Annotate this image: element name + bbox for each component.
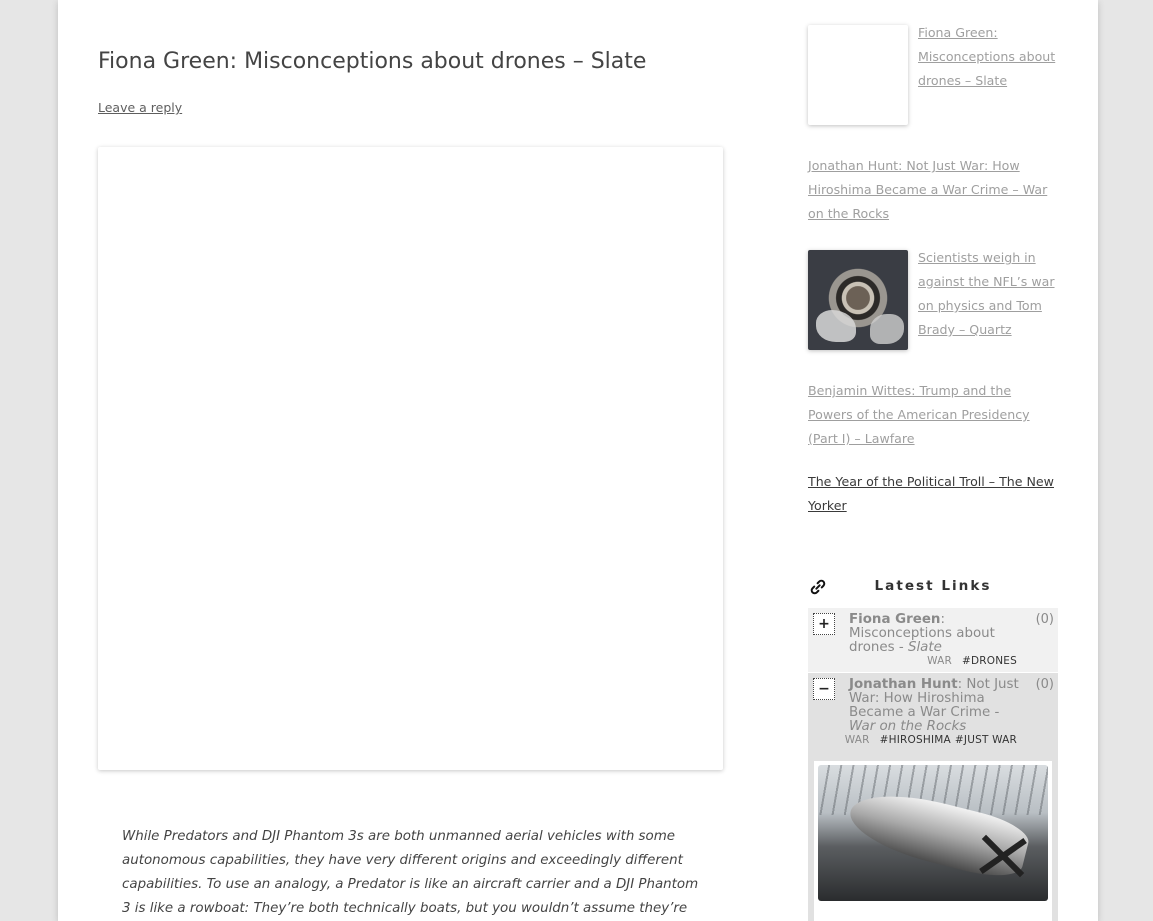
- latest-link-text[interactable]: Jonathan Hunt: Not Just War: How Hiroshi…: [849, 678, 1019, 734]
- related-link-3[interactable]: Scientists weigh in against the NFL’s wa…: [918, 246, 1058, 342]
- bomber-aircraft-photo[interactable]: [818, 765, 1048, 901]
- tag-link[interactable]: #JUST WAR: [955, 734, 1017, 746]
- related-link-2[interactable]: Jonathan Hunt: Not Just War: How Hiroshi…: [808, 154, 1060, 226]
- tag-link[interactable]: #DRONES: [962, 655, 1017, 667]
- comment-count: (0): [1035, 612, 1054, 627]
- latest-links-header: Latest Links: [808, 574, 1058, 600]
- latest-link-tags: WAR #DRONES: [927, 655, 1017, 667]
- post-title: Fiona Green: Misconceptions about drones…: [98, 49, 647, 74]
- category-label[interactable]: WAR: [845, 734, 870, 746]
- latest-link-item: − Jonathan Hunt: Not Just War: How Hiros…: [808, 673, 1058, 761]
- related-link-4[interactable]: Benjamin Wittes: Trump and the Powers of…: [808, 379, 1058, 451]
- related-link-1[interactable]: Fiona Green: Misconceptions about drones…: [918, 21, 1058, 93]
- latest-link-item: + Fiona Green: Misconceptions about dron…: [808, 608, 1058, 672]
- page-container: Fiona Green: Misconceptions about drones…: [58, 0, 1098, 921]
- latest-link-author: Jonathan Hunt: [849, 677, 958, 692]
- preview-card: [814, 761, 1052, 921]
- category-label[interactable]: WAR: [927, 655, 952, 667]
- latest-links-title: Latest Links: [874, 578, 992, 594]
- latest-link-text[interactable]: Fiona Green: Misconceptions about drones…: [849, 613, 1019, 655]
- post-quote: While Predators and DJI Phantom 3s are b…: [122, 829, 699, 916]
- latest-link-author: Fiona Green: [849, 612, 941, 627]
- comment-count: (0): [1035, 677, 1054, 692]
- embedded-content-frame[interactable]: [98, 147, 723, 770]
- latest-link-source: War on the Rocks: [849, 719, 967, 734]
- expand-toggle-button[interactable]: +: [813, 613, 835, 635]
- astronaut-photo[interactable]: [808, 250, 908, 350]
- latest-link-source: Slate: [907, 640, 942, 655]
- latest-link-preview: [808, 761, 1058, 921]
- related-link-5[interactable]: The Year of the Political Troll – The Ne…: [808, 470, 1058, 518]
- related-thumb-1[interactable]: [808, 25, 908, 125]
- latest-link-tags: WAR #HIROSHIMA #JUST WAR: [845, 734, 1017, 746]
- leave-reply-link[interactable]: Leave a reply: [98, 100, 182, 115]
- tag-link[interactable]: #HIROSHIMA: [880, 734, 951, 746]
- collapse-toggle-button[interactable]: −: [813, 678, 835, 700]
